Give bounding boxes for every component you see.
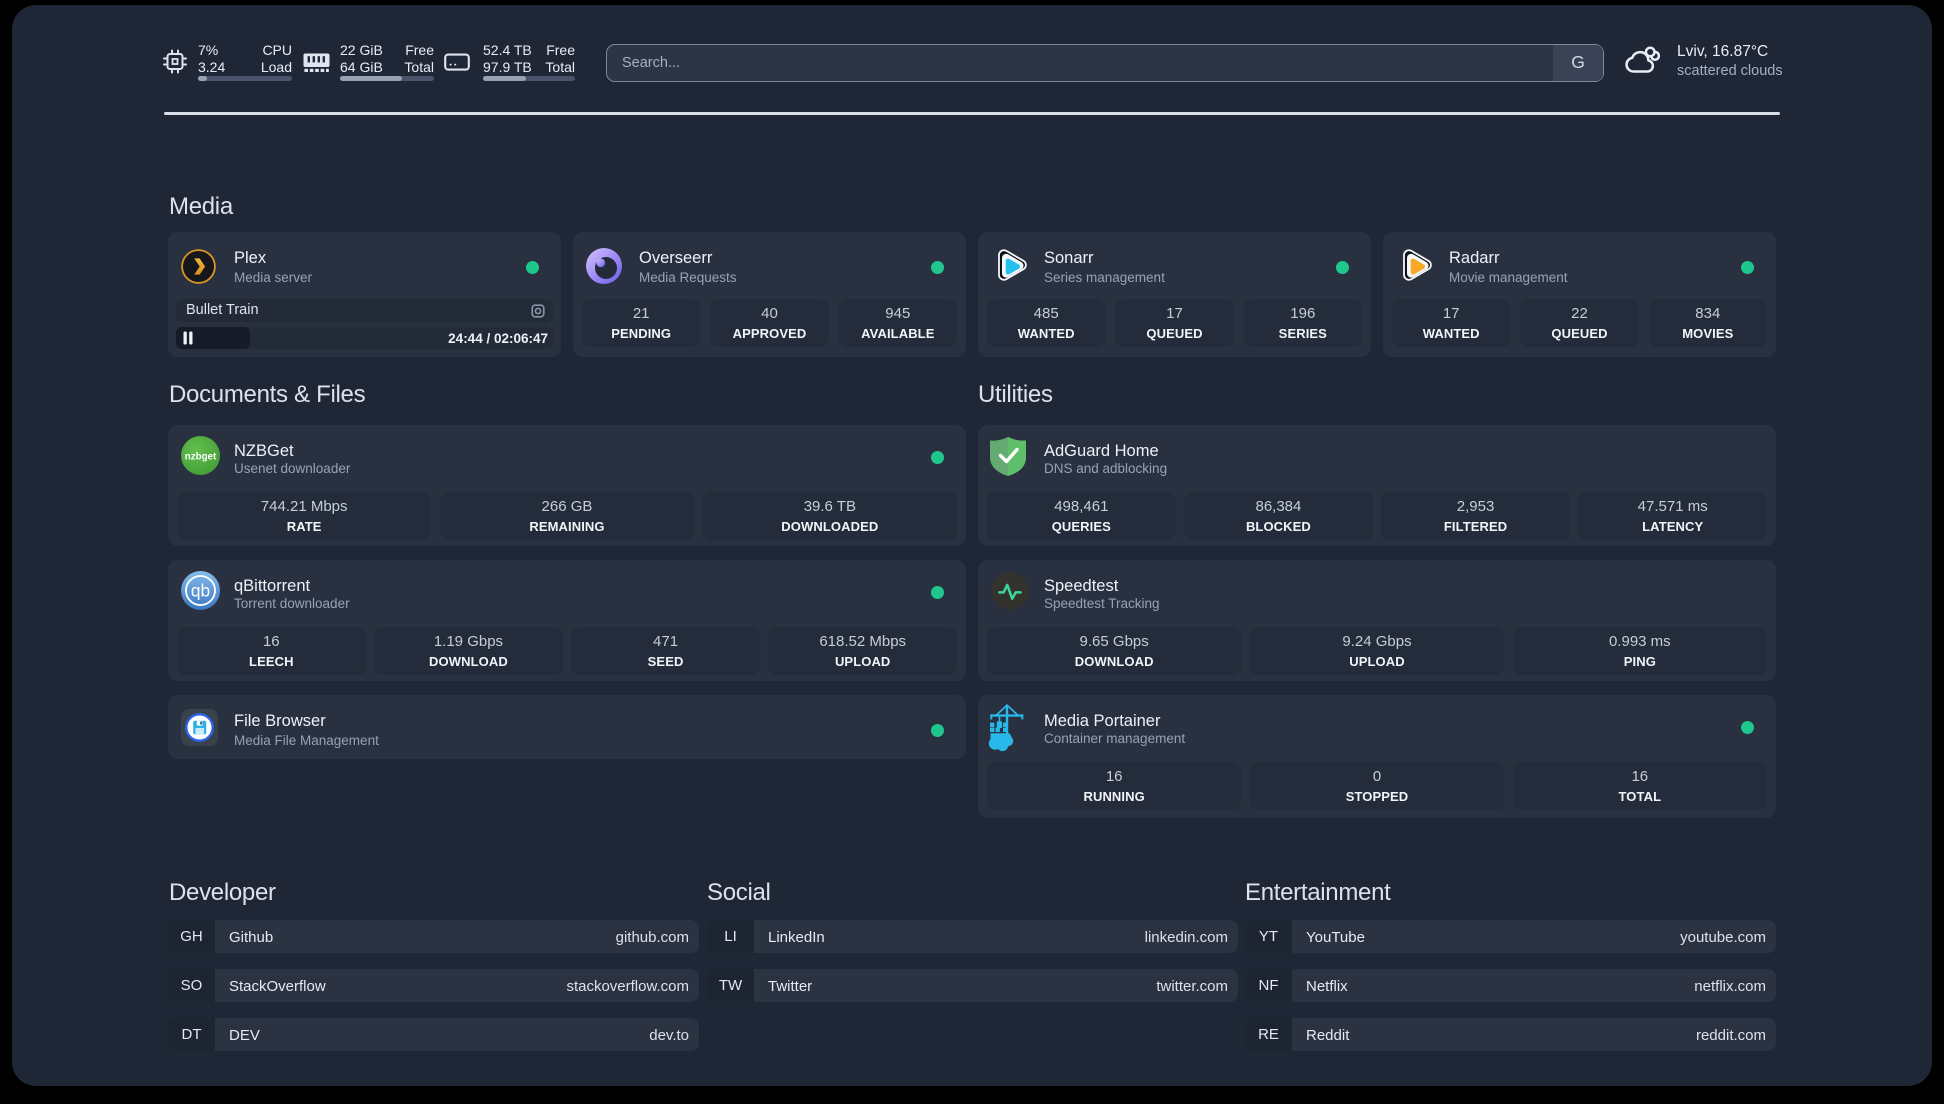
svg-text:nzbget: nzbget <box>185 451 217 462</box>
svg-text:qb: qb <box>191 580 210 600</box>
